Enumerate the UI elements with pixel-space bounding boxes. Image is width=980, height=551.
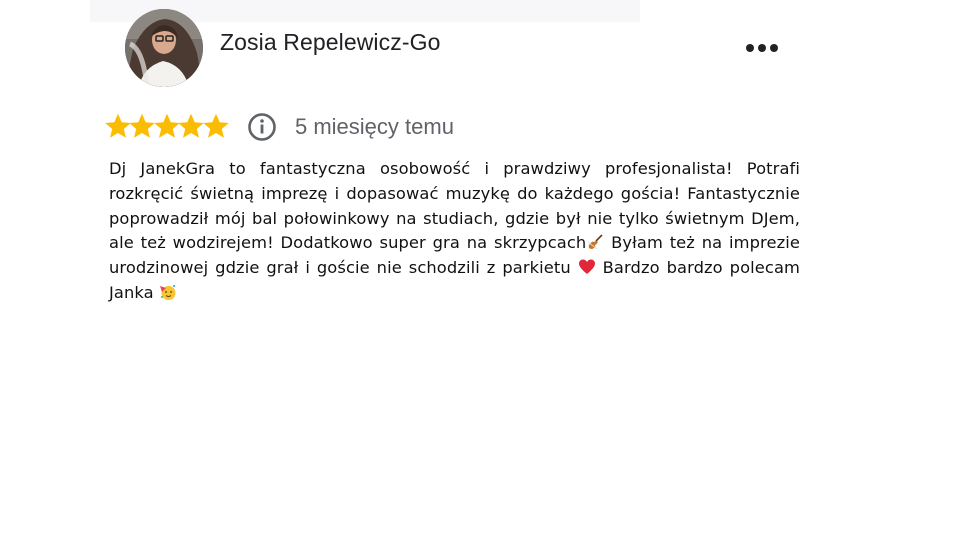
rating-row: 5 miesięcy temu <box>104 110 524 144</box>
review-card: Zosia Repelewicz-Go 5 miesięcy temu Dj J… <box>0 0 980 551</box>
more-options-button[interactable] <box>742 36 782 60</box>
star-icon <box>202 113 229 138</box>
avatar-image <box>125 9 203 87</box>
avatar[interactable] <box>125 9 203 87</box>
review-text: Dj JanekGra to fantastyczna osobowość i … <box>109 157 800 306</box>
review-date: 5 miesięcy temu <box>295 114 454 139</box>
star-rating <box>104 112 244 142</box>
red-heart-emoji <box>578 259 595 275</box>
violin-emoji <box>588 234 603 250</box>
author-name[interactable]: Zosia Repelewicz-Go <box>220 29 440 56</box>
info-icon[interactable] <box>247 112 277 142</box>
partying-face-emoji <box>160 284 176 300</box>
